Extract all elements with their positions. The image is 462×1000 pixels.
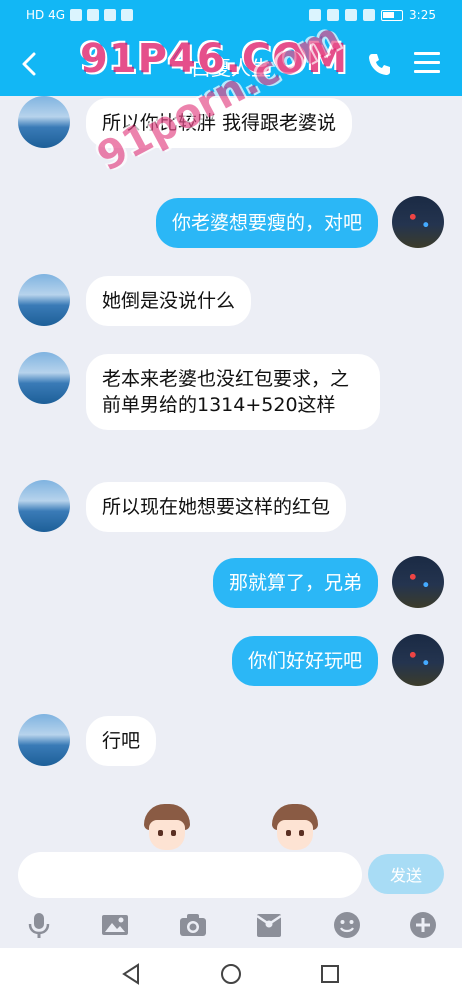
- message-input[interactable]: [18, 852, 362, 898]
- contact-avatar[interactable]: [18, 480, 70, 532]
- battery-icon: [381, 9, 404, 21]
- vibrate-icon: [345, 9, 358, 21]
- input-toolbar: [0, 906, 462, 946]
- incoming-message-bubble[interactable]: 行吧: [86, 716, 157, 766]
- incoming-message-bubble[interactable]: 她倒是没说什么: [86, 276, 252, 326]
- bluetooth-icon: [363, 9, 376, 21]
- my-avatar[interactable]: [392, 556, 444, 608]
- message-notification-icon: [87, 9, 100, 21]
- app-notification-icon: [104, 9, 117, 21]
- incoming-message-bubble[interactable]: 老本来老婆也没红包要求，之前单男给的1314+520这样: [86, 354, 380, 430]
- emoji-icon[interactable]: [332, 910, 362, 940]
- menu-icon[interactable]: [414, 52, 440, 76]
- phone-icon[interactable]: [366, 50, 394, 78]
- input-bar: 发送: [0, 844, 462, 906]
- contact-avatar[interactable]: [18, 714, 70, 766]
- nav-home-icon[interactable]: [219, 962, 243, 986]
- outgoing-message-bubble[interactable]: 那就算了，兄弟: [212, 558, 378, 608]
- outgoing-message-bubble[interactable]: 你老婆想要瘦的，对吧: [155, 198, 378, 248]
- send-button[interactable]: 发送: [368, 854, 444, 894]
- nav-recents-icon[interactable]: [318, 962, 342, 986]
- my-avatar[interactable]: [392, 634, 444, 686]
- chat-header: 白夏人生: [0, 32, 462, 96]
- system-navigation-bar: [0, 948, 462, 1000]
- nav-back-icon[interactable]: [120, 962, 144, 986]
- network-label: HD 4G: [26, 8, 66, 22]
- camera-icon[interactable]: [178, 910, 208, 940]
- eye-icon: [309, 9, 322, 21]
- chat-title[interactable]: 白夏人生: [150, 52, 312, 81]
- status-bar: HD 4G 3:25: [0, 0, 462, 32]
- contact-avatar[interactable]: [18, 96, 70, 148]
- microphone-icon[interactable]: [24, 910, 54, 940]
- incoming-message-bubble[interactable]: 所以现在她想要这样的红包: [86, 482, 347, 532]
- cloud-icon: [121, 9, 134, 21]
- nfc-icon: [327, 9, 340, 21]
- plus-icon[interactable]: [408, 910, 438, 940]
- image-icon[interactable]: [100, 910, 130, 940]
- my-avatar[interactable]: [392, 196, 444, 248]
- back-arrow-icon[interactable]: [14, 44, 46, 84]
- wifi-icon: [70, 9, 83, 21]
- outgoing-message-bubble[interactable]: 你们好好玩吧: [231, 636, 378, 686]
- top-bar: HD 4G 3:25 白夏人生: [0, 0, 462, 96]
- contact-avatar[interactable]: [18, 274, 70, 326]
- red-packet-icon[interactable]: [254, 910, 284, 940]
- clock: 3:25: [409, 8, 436, 22]
- incoming-message-bubble[interactable]: 所以你比较胖 我得跟老婆说: [86, 98, 353, 148]
- contact-avatar[interactable]: [18, 352, 70, 404]
